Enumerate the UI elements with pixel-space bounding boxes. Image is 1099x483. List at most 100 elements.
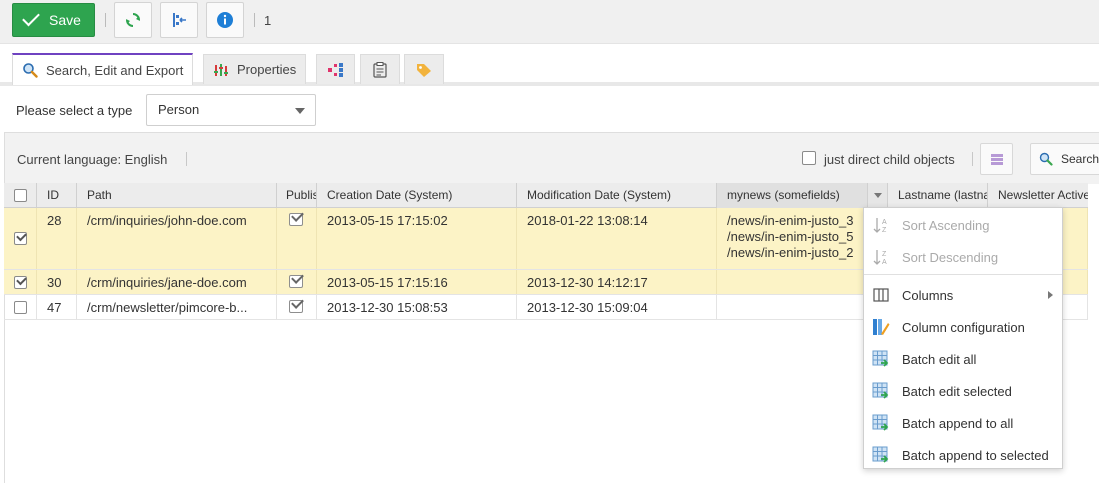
grid-config-button[interactable] — [980, 143, 1013, 175]
menu-item-label: Sort Descending — [902, 249, 999, 265]
row-checkbox[interactable] — [13, 232, 27, 245]
row-checkbox[interactable] — [13, 275, 27, 289]
cell-modification-date: 2013-12-30 14:12:17 — [517, 270, 717, 294]
column-menu-trigger[interactable] — [867, 183, 887, 208]
properties-icon — [214, 63, 228, 76]
menu-item-label: Batch append to all — [902, 415, 1014, 431]
select-all-checkbox-cell[interactable] — [4, 183, 37, 208]
row-checkbox[interactable] — [13, 300, 27, 314]
tab-search-edit-export[interactable]: Search, Edit and Export — [12, 53, 194, 85]
dependencies-icon — [327, 62, 343, 77]
search-icon — [23, 63, 38, 78]
show-in-tree-button[interactable] — [160, 2, 198, 38]
grid-header: ID Path Publis Creation Date (System) Mo… — [4, 183, 1088, 208]
tab-label: Properties — [237, 62, 297, 77]
menu-item-label: Batch append to selected — [902, 447, 1049, 463]
batch-append-icon — [872, 446, 889, 463]
tab-bar: Search, Edit and Export Properties — [0, 46, 1099, 86]
search-icon — [1039, 152, 1053, 166]
menu-item-batch-append-all[interactable]: Batch append to all — [864, 409, 1062, 437]
search-label: Search — [1061, 152, 1099, 166]
menu-item-batch-append-selected[interactable]: Batch append to selected — [864, 441, 1062, 469]
search-button[interactable]: Search — [1030, 143, 1099, 175]
cell-published — [277, 295, 317, 319]
svg-text:A: A — [882, 219, 887, 226]
sort-ascending-icon: A Z — [873, 218, 887, 234]
cell-id: 28 — [37, 208, 77, 269]
column-configuration-icon — [873, 319, 890, 335]
menu-item-label: Columns — [902, 287, 954, 303]
column-header-newsletter-active[interactable]: Newsletter Active — [988, 183, 1088, 208]
tree-locate-icon — [173, 13, 186, 27]
tag-icon — [417, 63, 431, 77]
batch-edit-icon — [872, 382, 889, 399]
tab-tags[interactable] — [404, 54, 444, 84]
cell-creation-date: 2013-12-30 15:08:53 — [317, 295, 517, 319]
menu-item-column-configuration[interactable]: Column configuration — [864, 313, 1062, 341]
chevron-down-icon — [873, 193, 882, 198]
column-header-lastname[interactable]: Lastname (lastna — [888, 183, 988, 208]
type-label: Please select a type — [16, 103, 133, 118]
notes-icon — [373, 61, 387, 78]
cell-path: /crm/inquiries/john-doe.com — [77, 208, 277, 269]
column-header-path[interactable]: Path — [77, 183, 277, 208]
cell-published — [277, 208, 317, 269]
select-all-checkbox[interactable] — [13, 189, 27, 202]
tab-label: Search, Edit and Export — [46, 62, 184, 78]
menu-item-batch-edit-selected[interactable]: Batch edit selected — [864, 377, 1062, 405]
published-checkmark-icon — [289, 300, 303, 313]
type-selector-bar: Please select a type Person — [0, 90, 1099, 132]
menu-item-label: Sort Ascending — [902, 217, 990, 233]
chevron-right-icon — [1048, 291, 1053, 299]
row-checkbox-cell[interactable] — [4, 295, 37, 319]
toolbar: Save 1 — [0, 0, 1099, 44]
type-select-value: Person — [158, 102, 200, 117]
cell-path: /crm/newsletter/pimcore-b... — [77, 295, 277, 319]
toolbar-separator — [972, 152, 973, 166]
type-select[interactable]: Person — [146, 94, 316, 126]
menu-item-sort-ascending[interactable]: A Z Sort Ascending — [864, 211, 1062, 239]
menu-separator — [864, 274, 1062, 275]
batch-append-icon — [872, 414, 889, 431]
info-button[interactable] — [206, 2, 244, 38]
tab-dependencies[interactable] — [316, 54, 355, 84]
published-checkmark-icon — [289, 213, 303, 226]
reload-icon — [126, 13, 140, 27]
menu-item-columns[interactable]: Columns — [864, 281, 1062, 309]
sort-descending-icon: Z A — [873, 250, 887, 266]
column-header-modification-date[interactable]: Modification Date (System) — [517, 183, 717, 208]
tab-properties[interactable]: Properties — [203, 54, 307, 84]
checkmark-icon — [22, 8, 40, 27]
cell-id: 47 — [37, 295, 77, 319]
column-header-published[interactable]: Publis — [277, 183, 317, 208]
row-checkbox-cell[interactable] — [4, 208, 37, 269]
menu-item-sort-descending[interactable]: Z A Sort Descending — [864, 243, 1062, 271]
info-icon — [217, 12, 233, 28]
svg-text:Z: Z — [882, 227, 887, 234]
column-header-label: mynews (somefields) — [727, 188, 840, 202]
reload-button[interactable] — [114, 2, 152, 38]
direct-child-objects-checkbox[interactable] — [802, 151, 816, 165]
columns-icon — [873, 288, 889, 302]
cell-modification-date: 2018-01-22 13:08:14 — [517, 208, 717, 269]
toolbar-separator — [186, 152, 187, 166]
svg-text:Z: Z — [882, 251, 887, 258]
tab-notes[interactable] — [360, 54, 400, 84]
published-checkmark-icon — [289, 275, 303, 288]
column-header-id[interactable]: ID — [37, 183, 77, 208]
grid-toolbar: Current language: English just direct ch… — [5, 133, 1099, 184]
toolbar-separator — [105, 13, 106, 27]
menu-item-batch-edit-all[interactable]: Batch edit all — [864, 345, 1062, 373]
svg-text:A: A — [882, 259, 887, 266]
save-button[interactable]: Save — [12, 3, 95, 37]
cell-id: 30 — [37, 270, 77, 294]
current-language: Current language: English — [17, 152, 168, 167]
row-checkbox-cell[interactable] — [4, 270, 37, 294]
column-header-mynews[interactable]: mynews (somefields) — [717, 183, 888, 208]
object-id: 1 — [264, 13, 272, 28]
direct-child-objects-label: just direct child objects — [824, 152, 955, 167]
menu-item-label: Column configuration — [902, 319, 1025, 335]
toolbar-separator — [254, 13, 255, 27]
column-header-creation-date[interactable]: Creation Date (System) — [317, 183, 517, 208]
table-config-icon — [990, 154, 1003, 165]
